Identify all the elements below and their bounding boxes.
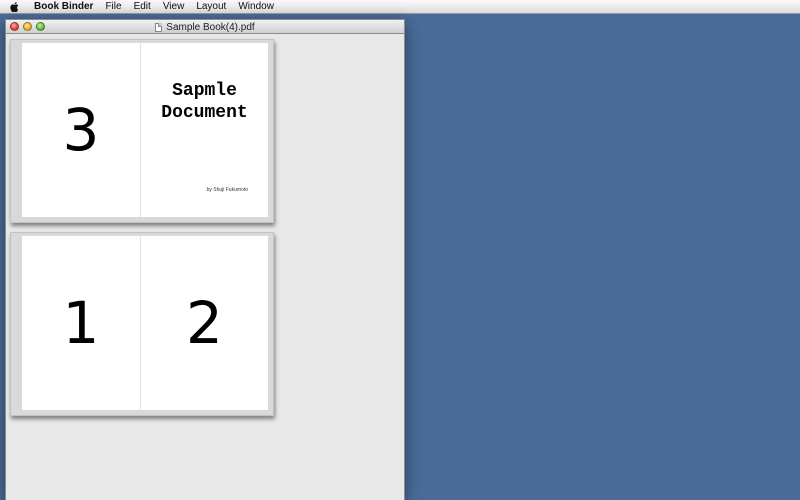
document-title-line-1: Sapmle: [172, 81, 237, 101]
menu-layout[interactable]: Layout: [190, 0, 232, 14]
window-titlebar[interactable]: Sample Book(4).pdf: [6, 20, 404, 34]
page-number: 3: [62, 96, 100, 164]
window-title-text: Sample Book(4).pdf: [166, 21, 255, 33]
menu-view[interactable]: View: [157, 0, 191, 14]
apple-menu-icon[interactable]: [0, 0, 28, 14]
document-window: Sample Book(4).pdf 3 Sapmle Document by …: [5, 19, 405, 500]
page-1[interactable]: 1: [22, 236, 141, 410]
document-title: Sapmle Document: [141, 80, 268, 124]
title-page[interactable]: Sapmle Document by Shuji Fukumoto: [141, 43, 268, 217]
document-content-area[interactable]: 3 Sapmle Document by Shuji Fukumoto 1 2: [6, 35, 404, 500]
menu-file[interactable]: File: [99, 0, 127, 14]
page-3[interactable]: 3: [22, 43, 141, 217]
page-number: 1: [62, 289, 100, 357]
app-menu-book-binder[interactable]: Book Binder: [28, 0, 99, 14]
window-title: Sample Book(4).pdf: [6, 20, 404, 34]
page-spread-1[interactable]: 3 Sapmle Document by Shuji Fukumoto: [10, 39, 274, 223]
menu-window[interactable]: Window: [232, 0, 280, 14]
page-spread-2[interactable]: 1 2: [10, 232, 274, 416]
document-byline: by Shuji Fukumoto: [206, 187, 248, 193]
document-title-line-2: Document: [161, 103, 248, 123]
menu-bar: Book Binder File Edit View Layout Window: [0, 0, 800, 14]
pdf-document-icon: [155, 22, 163, 32]
page-number: 2: [186, 289, 223, 357]
menu-edit[interactable]: Edit: [128, 0, 157, 14]
page-2[interactable]: 2: [141, 236, 268, 410]
